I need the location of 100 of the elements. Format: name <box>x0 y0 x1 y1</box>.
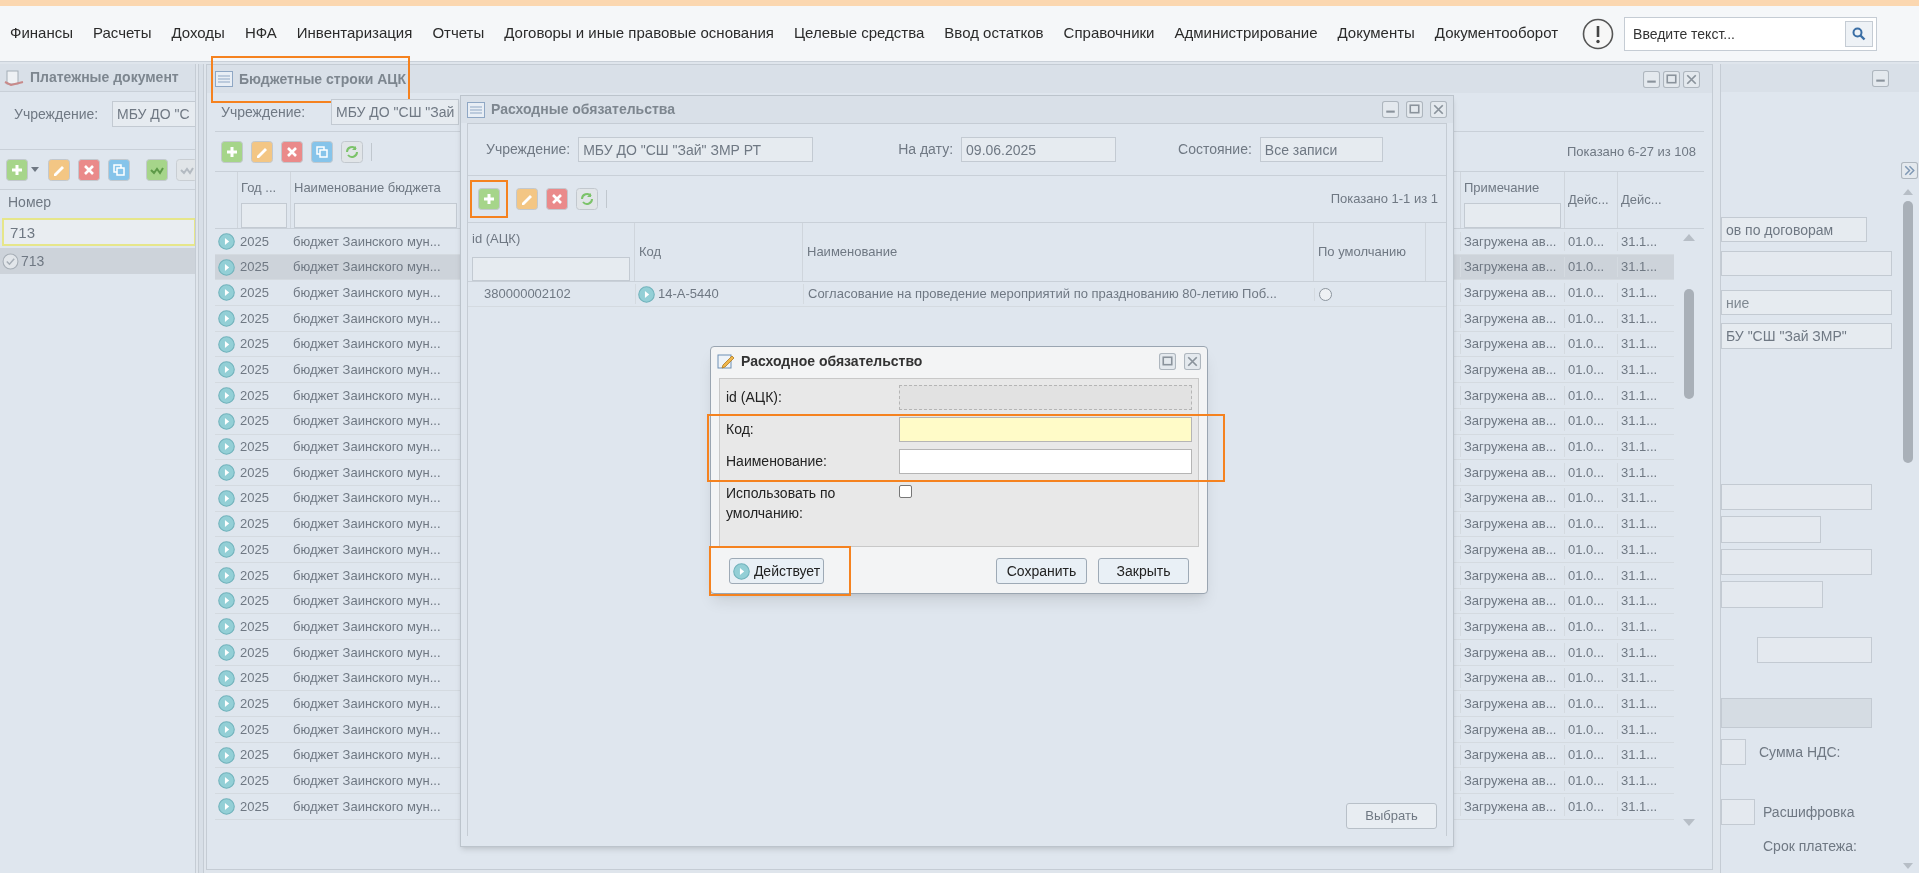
column-header[interactable]: По умолчанию <box>1318 242 1421 262</box>
search-field[interactable]: Введите текст... <box>1624 16 1878 51</box>
alert-icon[interactable] <box>1582 17 1615 50</box>
input-field[interactable] <box>1721 549 1872 575</box>
input-field[interactable]: ов по договорам <box>1721 217 1867 242</box>
menu-item[interactable]: НФА <box>244 22 277 45</box>
input-field[interactable] <box>1757 637 1872 663</box>
add-button[interactable] <box>6 158 40 181</box>
input-field[interactable] <box>1721 516 1821 543</box>
table-cell: 31.1... <box>1617 282 1674 303</box>
table-cell: 01.0... <box>1564 334 1617 354</box>
maximize-button[interactable] <box>1159 352 1176 370</box>
play-icon <box>217 746 235 764</box>
search-input[interactable]: Введите текст... <box>1625 17 1846 50</box>
minimize-button[interactable] <box>1872 69 1889 87</box>
edit-button[interactable] <box>251 140 273 163</box>
select-button[interactable]: Выбрать <box>1346 803 1437 829</box>
menu-item[interactable]: Документооборот <box>1434 22 1559 45</box>
menu-item[interactable]: Отчеты <box>432 22 485 45</box>
input-field[interactable]: ние <box>1721 290 1892 315</box>
menu-item[interactable]: Расчеты <box>93 22 152 45</box>
institution-field[interactable]: МБУ ДО "С <box>112 101 195 127</box>
input-field[interactable]: БУ "СШ "Зай ЗМР" <box>1721 323 1892 349</box>
plus-icon <box>221 140 243 163</box>
minimize-button[interactable] <box>1382 101 1399 118</box>
minimize-button[interactable] <box>1643 70 1660 88</box>
table-cell-text: 380000002102 <box>483 285 572 304</box>
input-field[interactable] <box>1721 251 1892 276</box>
maximize-button[interactable] <box>1663 70 1680 88</box>
input-field[interactable] <box>899 449 1192 474</box>
radio-button[interactable] <box>1319 287 1332 301</box>
edit-button[interactable] <box>516 188 538 210</box>
menu-item[interactable]: Справочники <box>1063 22 1155 45</box>
menu-item[interactable]: Документы <box>1337 22 1415 45</box>
play-icon <box>217 541 235 559</box>
table-cell: 31.1... <box>1617 437 1674 457</box>
delete-button[interactable] <box>546 188 568 210</box>
edit-button[interactable] <box>48 158 70 181</box>
filter-field[interactable]: 09.06.2025 <box>961 137 1117 162</box>
menu-item[interactable]: Ввод остатков <box>944 22 1044 45</box>
save-button[interactable]: Сохранить <box>996 558 1087 584</box>
menu-item[interactable]: Инвентаризация <box>296 22 413 45</box>
table-cell-text: 2025 <box>239 540 270 559</box>
institution-field[interactable]: МБУ ДО "СШ "Зай <box>331 99 459 125</box>
filter-field[interactable] <box>1464 202 1561 228</box>
table-cell-text: бюджет Заинского мун... <box>292 463 442 482</box>
expand-button[interactable] <box>1901 162 1918 179</box>
column-header[interactable]: Дейс... <box>1621 190 1671 210</box>
menu-item[interactable]: Целевые средства <box>793 22 925 45</box>
table-cell: 31.1... <box>1617 565 1674 586</box>
cross-icon <box>546 188 568 210</box>
table-cell: Загружена ав... <box>1460 745 1564 765</box>
input-field[interactable] <box>1721 739 1746 765</box>
column-header[interactable]: id (АЦК) <box>472 229 630 249</box>
copy-button[interactable] <box>311 140 333 163</box>
table-cell-text: бюджет Заинского мун... <box>292 283 442 302</box>
refresh-icon <box>576 188 598 210</box>
column-header[interactable]: Код <box>639 242 798 262</box>
column-header[interactable]: Примечание <box>1464 178 1561 198</box>
maximize-button[interactable] <box>1406 101 1423 118</box>
search-button[interactable] <box>1845 20 1874 47</box>
copy-button[interactable] <box>108 158 130 181</box>
column-header[interactable]: Год ... <box>241 178 287 198</box>
table-cell: Загружена ав... <box>1460 385 1564 406</box>
menu-item[interactable]: Договоры и иные правовые основания <box>504 22 774 45</box>
table-cell-text: бюджет Заинского мун... <box>292 361 442 380</box>
checkbox[interactable] <box>899 485 912 498</box>
close-button[interactable] <box>1683 70 1700 88</box>
delete-button[interactable] <box>281 140 303 163</box>
input-field[interactable] <box>1721 484 1872 510</box>
add-button[interactable] <box>221 140 243 163</box>
filter-field[interactable] <box>472 256 630 281</box>
menu-item[interactable]: Финансы <box>10 22 73 45</box>
close-button[interactable] <box>1184 352 1201 370</box>
sign-button[interactable] <box>146 158 168 181</box>
refresh-button[interactable] <box>576 188 598 210</box>
pencil-icon <box>516 188 538 210</box>
close-button[interactable]: Закрыть <box>1098 558 1189 584</box>
filter-field[interactable]: Все записи <box>1259 137 1383 162</box>
close-button[interactable] <box>1430 101 1447 118</box>
table-cell-text: 2025 <box>239 283 270 302</box>
table-row[interactable]: 713 <box>0 248 195 274</box>
column-header[interactable]: Наименование бюджета <box>294 178 457 198</box>
filter-field[interactable]: МБУ ДО "СШ "Зай" ЗМР РТ <box>578 137 814 162</box>
status-button[interactable]: Действует <box>729 558 824 584</box>
filter-field[interactable]: 713 <box>2 218 195 246</box>
column-header[interactable]: Дейс... <box>1568 190 1614 210</box>
menu-item[interactable]: Доходы <box>171 22 225 45</box>
input-field[interactable] <box>1721 799 1755 825</box>
input-field[interactable] <box>899 417 1192 442</box>
input-field[interactable] <box>1721 581 1823 608</box>
menu-item[interactable]: Администрирование <box>1174 22 1318 45</box>
delete-button[interactable] <box>78 158 100 181</box>
filter-field[interactable] <box>294 202 457 228</box>
window-title: Бюджетные строки АЦК <box>239 69 407 89</box>
refresh-button[interactable] <box>341 140 363 163</box>
add-button[interactable] <box>478 188 500 210</box>
table-cell: 31.1... <box>1617 719 1674 740</box>
column-header[interactable]: Наименование <box>807 242 1309 262</box>
filter-field[interactable] <box>241 202 287 228</box>
